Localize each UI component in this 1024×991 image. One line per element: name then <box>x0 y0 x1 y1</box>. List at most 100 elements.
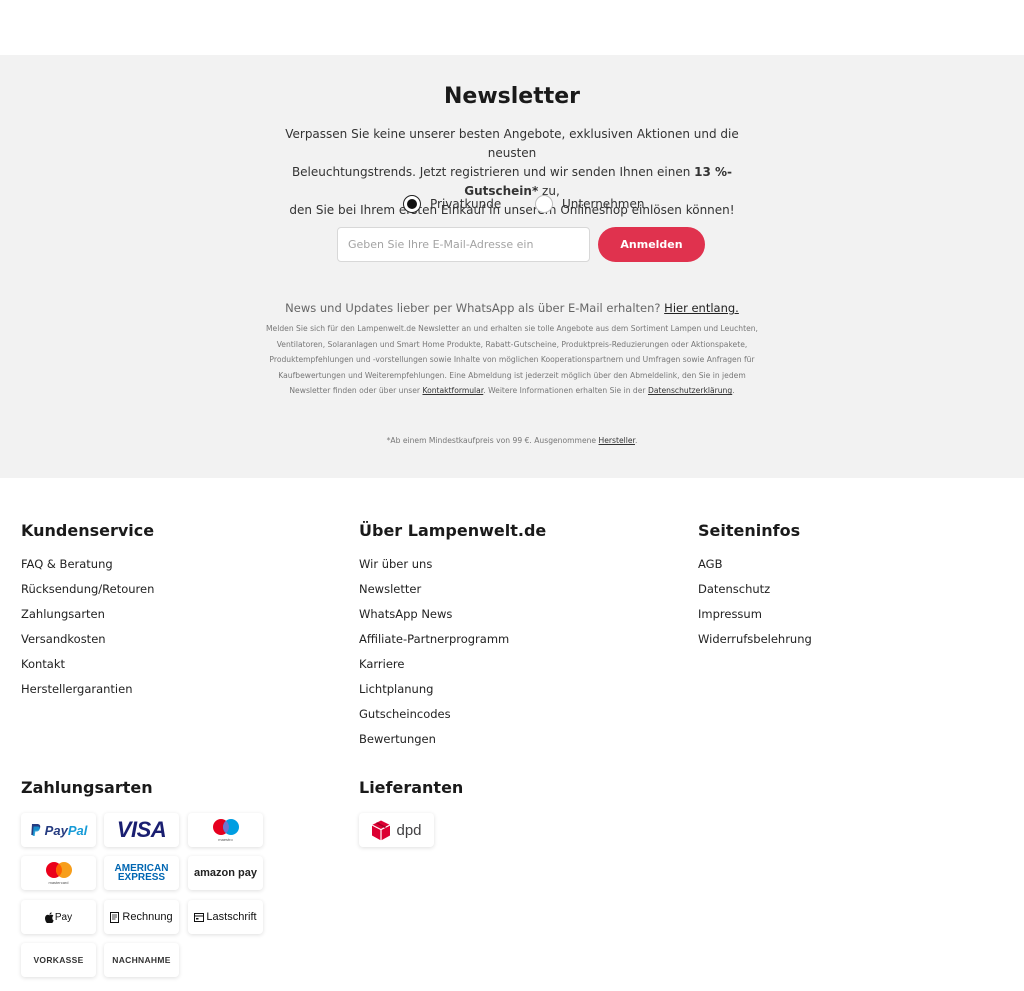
direct-debit-badge: Lastschrift <box>188 900 263 934</box>
invoice-badge: Rechnung <box>104 900 179 934</box>
radio-unternehmen[interactable]: Unternehmen <box>535 195 644 213</box>
mastercard-badge: mastercard <box>21 856 96 890</box>
footer-link[interactable]: Rücksendung/Retouren <box>21 582 154 607</box>
radio-unchecked-icon[interactable] <box>535 195 553 213</box>
paypal-text-1: Pay <box>44 822 68 838</box>
link-agb[interactable]: AGB <box>698 557 722 571</box>
footer-link[interactable]: Zahlungsarten <box>21 607 154 632</box>
mastercard-text: mastercard <box>48 880 69 885</box>
newsletter-title: Newsletter <box>443 84 581 109</box>
subscribe-button[interactable]: Anmelden <box>598 227 705 262</box>
dpd-text: dpd <box>396 821 422 839</box>
link-voucher-codes[interactable]: Gutscheincodes <box>359 707 451 721</box>
intro-line-1: Verpassen Sie keine unserer besten Angeb… <box>285 127 739 160</box>
link-newsletter[interactable]: Newsletter <box>359 582 421 596</box>
footer-link[interactable]: Bewertungen <box>359 732 546 757</box>
radio-privatkunde-label: Privatkunde <box>430 197 502 211</box>
invoice-text: Rechnung <box>122 911 173 923</box>
footer-link[interactable]: Kontakt <box>21 657 154 682</box>
ueber-title: Über Lampenwelt.de <box>359 521 547 540</box>
suppliers-title: Lieferanten <box>359 778 464 797</box>
voucher-footnote: *Ab einem Mindestkaufpreis von 99 €. Aus… <box>0 436 1024 445</box>
newsletter-section: Newsletter Verpassen Sie keine unserer b… <box>0 55 1024 478</box>
footer-col-kundenservice: Kundenservice FAQ & Beratung Rücksendung… <box>21 521 154 707</box>
footer-link[interactable]: Herstellergarantien <box>21 682 154 707</box>
whatsapp-line: News und Updates lieber per WhatsApp als… <box>0 301 1024 315</box>
prepayment-text: VORKASSE <box>33 955 84 965</box>
amazon-pay-badge: amazon pay <box>188 856 263 890</box>
footer-link[interactable]: Versandkosten <box>21 632 154 657</box>
kundenservice-title: Kundenservice <box>21 521 155 540</box>
amex-logo: AMERICAN EXPRESS <box>115 864 169 883</box>
apple-icon <box>44 911 54 923</box>
visa-text: VISA <box>116 817 167 842</box>
link-whatsapp-news[interactable]: WhatsApp News <box>359 607 452 621</box>
whatsapp-link[interactable]: Hier entlang. <box>664 301 739 315</box>
link-light-planning[interactable]: Lichtplanung <box>359 682 433 696</box>
link-careers[interactable]: Karriere <box>359 657 404 671</box>
legal-text-part-1: Melden Sie sich für den Lampenwelt.de Ne… <box>266 324 758 396</box>
link-affiliate[interactable]: Affiliate-Partnerprogramm <box>359 632 509 646</box>
footer-col-seiteninfos: Seiteninfos AGB Datenschutz Impressum Wi… <box>698 521 812 657</box>
visa-badge: VISA <box>104 813 179 847</box>
link-privacy[interactable]: Datenschutz <box>698 582 770 596</box>
privacy-policy-link[interactable]: Datenschutzerklärung <box>648 386 732 395</box>
amex-badge: AMERICAN EXPRESS <box>104 856 179 890</box>
email-input[interactable] <box>337 227 590 262</box>
link-shipping-costs[interactable]: Versandkosten <box>21 632 106 646</box>
apple-pay-text: Pay <box>54 911 73 923</box>
dpd-icon <box>372 820 391 840</box>
footer-link[interactable]: Datenschutz <box>698 582 812 607</box>
amazon-pay-text: amazon pay <box>194 867 257 879</box>
footer-link[interactable]: Gutscheincodes <box>359 707 546 732</box>
customer-type-radios: Privatkunde Unternehmen <box>0 195 1024 215</box>
dpd-badge: dpd <box>359 813 434 847</box>
legal-text-part-3: . <box>732 386 735 396</box>
footer-link[interactable]: Widerrufsbelehrung <box>698 632 812 657</box>
contact-form-link[interactable]: Kontaktformular <box>422 386 483 395</box>
footer-link[interactable]: WhatsApp News <box>359 607 546 632</box>
maestro-icon: maestro <box>211 818 241 842</box>
legal-text-part-2: . Weitere Informationen erhalten Sie in … <box>483 386 646 396</box>
footnote-text: *Ab einem Mindestkaufpreis von 99 €. Aus… <box>386 436 597 445</box>
amex-text-2: EXPRESS <box>117 872 166 883</box>
footer-link[interactable]: AGB <box>698 557 812 582</box>
footer-link[interactable]: FAQ & Beratung <box>21 557 154 582</box>
invoice-icon <box>110 911 120 923</box>
footer-link[interactable]: Karriere <box>359 657 546 682</box>
footer-link[interactable]: Wir über uns <box>359 557 546 582</box>
link-contact[interactable]: Kontakt <box>21 657 65 671</box>
radio-checked-icon[interactable] <box>403 195 421 213</box>
footer-link[interactable]: Affiliate-Partnerprogramm <box>359 632 546 657</box>
footer-link[interactable]: Newsletter <box>359 582 546 607</box>
footnote-end: . <box>634 436 638 445</box>
link-about-us[interactable]: Wir über uns <box>359 557 432 571</box>
apple-pay-badge: Pay <box>21 900 96 934</box>
link-reviews[interactable]: Bewertungen <box>359 732 436 746</box>
radio-privatkunde[interactable]: Privatkunde <box>403 195 501 213</box>
footer-link[interactable]: Impressum <box>698 607 812 632</box>
cash-on-delivery-badge: NACHNAHME <box>104 943 179 977</box>
paypal-badge: Pay Pal <box>21 813 96 847</box>
link-payment-methods[interactable]: Zahlungsarten <box>21 607 105 621</box>
paypal-text-2: Pal <box>67 822 88 838</box>
footer-col-ueber: Über Lampenwelt.de Wir über uns Newslett… <box>359 521 546 757</box>
cash-on-delivery-text: NACHNAHME <box>112 955 171 965</box>
footer-link[interactable]: Lichtplanung <box>359 682 546 707</box>
link-withdrawal[interactable]: Widerrufsbelehrung <box>698 632 812 646</box>
link-warranties[interactable]: Herstellergarantien <box>21 682 133 696</box>
maestro-text: maestro <box>218 837 233 842</box>
intro-line-2: Beleuchtungstrends. Jetzt registrieren u… <box>291 165 691 179</box>
manufacturer-link[interactable]: Hersteller <box>599 436 635 445</box>
radio-unternehmen-label: Unternehmen <box>562 197 645 211</box>
direct-debit-text: Lastschrift <box>206 911 257 923</box>
link-imprint[interactable]: Impressum <box>698 607 762 621</box>
whatsapp-text: News und Updates lieber per WhatsApp als… <box>285 301 661 315</box>
paypal-icon <box>30 824 40 836</box>
payment-methods-title: Zahlungsarten <box>21 778 153 797</box>
seiteninfos-title: Seiteninfos <box>698 521 801 540</box>
maestro-badge: maestro <box>188 813 263 847</box>
link-returns[interactable]: Rücksendung/Retouren <box>21 582 154 596</box>
direct-debit-icon <box>194 912 205 922</box>
link-faq[interactable]: FAQ & Beratung <box>21 557 113 571</box>
